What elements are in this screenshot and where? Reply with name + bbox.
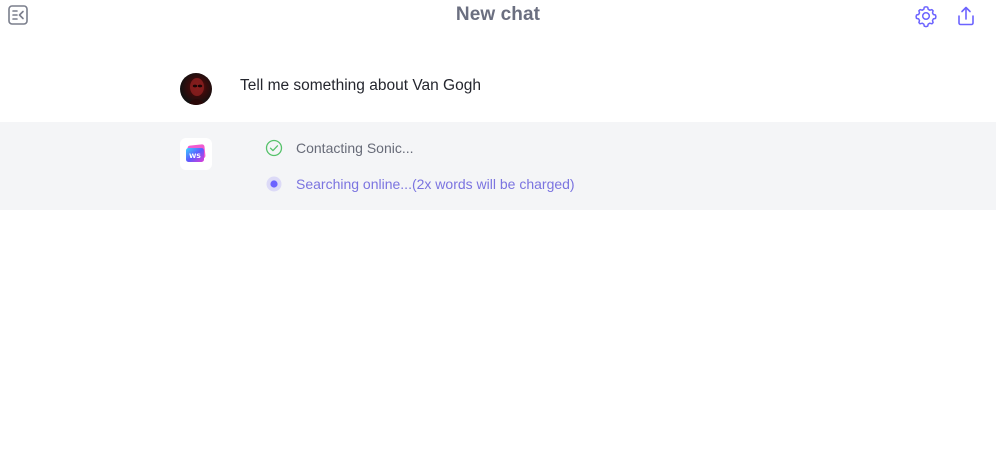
- user-message: Tell me something about Van Gogh: [0, 55, 996, 122]
- user-avatar: [180, 73, 212, 105]
- user-avatar-image: [188, 78, 206, 105]
- share-icon: [958, 6, 974, 26]
- check-circle-icon: [265, 139, 283, 157]
- settings-button[interactable]: [913, 3, 939, 29]
- svg-text:WS: WS: [189, 152, 201, 160]
- status-step-searching: Searching online...(2x words will be cha…: [265, 175, 575, 193]
- assistant-avatar: WS: [180, 138, 212, 170]
- writesonic-logo-icon: WS: [186, 144, 206, 162]
- header: New chat: [0, 0, 996, 36]
- gear-icon: [915, 6, 937, 28]
- share-button[interactable]: [953, 3, 979, 29]
- status-step-contacting: Contacting Sonic...: [265, 139, 414, 157]
- page-title: New chat: [455, 4, 541, 25]
- status-step-text: Contacting Sonic...: [296, 140, 414, 156]
- progress-dot-icon: [265, 175, 283, 193]
- assistant-message: WS Contacting Sonic... Searching online.…: [0, 122, 996, 210]
- user-message-text: Tell me something about Van Gogh: [240, 77, 481, 94]
- status-step-text: Searching online...(2x words will be cha…: [296, 176, 575, 192]
- chat-app: New chat Tell me something about Van Gog…: [0, 0, 996, 461]
